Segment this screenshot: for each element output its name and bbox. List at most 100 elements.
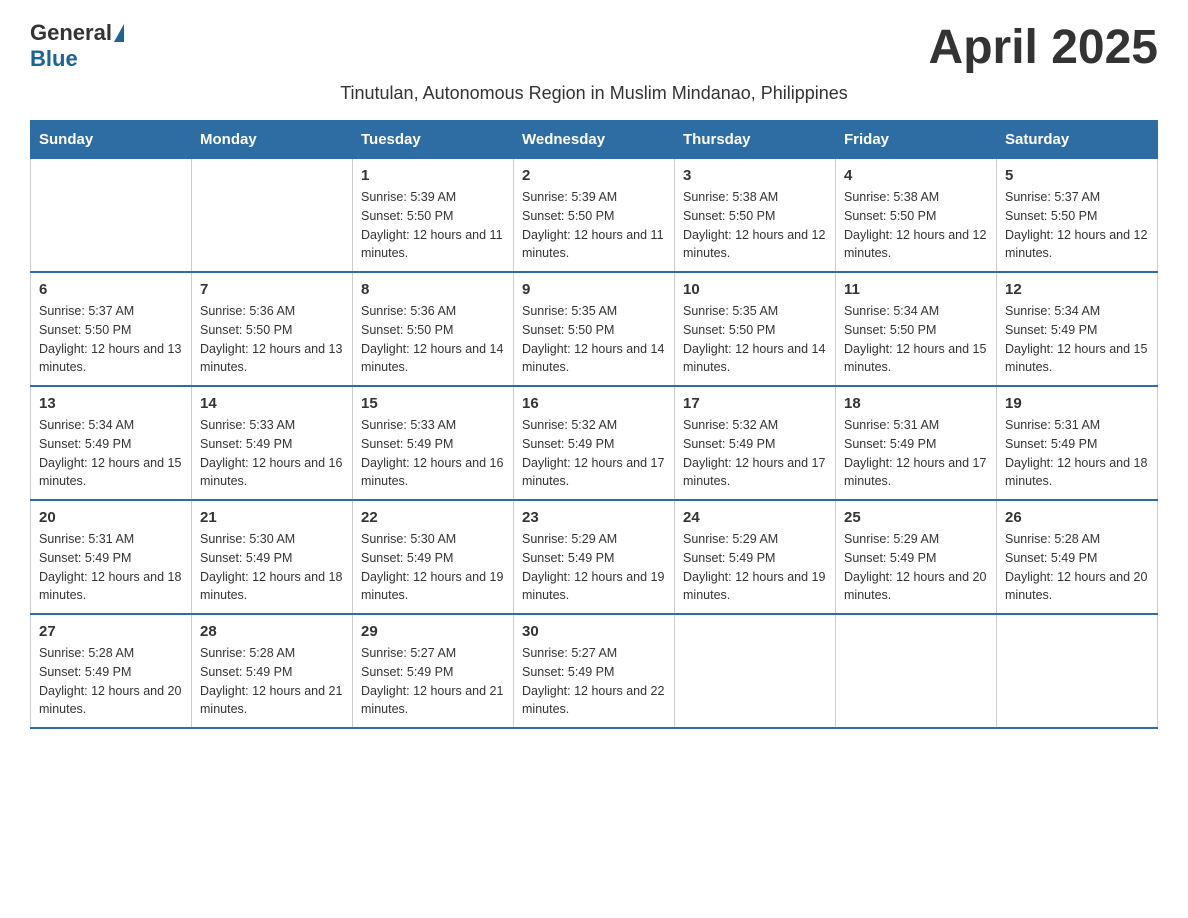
page-title: April 2025: [929, 20, 1158, 75]
day-number: 3: [683, 167, 827, 184]
calendar-cell: 15 Sunrise: 5:33 AM Sunset: 5:49 PM Dayli…: [353, 386, 514, 500]
day-info: Sunrise: 5:32 AM Sunset: 5:49 PM Dayligh…: [522, 416, 666, 491]
day-info: Sunrise: 5:37 AM Sunset: 5:50 PM Dayligh…: [1005, 188, 1149, 263]
calendar-week-3: 13 Sunrise: 5:34 AM Sunset: 5:49 PM Dayli…: [31, 386, 1158, 500]
day-number: 21: [200, 509, 344, 526]
calendar-cell: 28Sunrise: 5:28 AM Sunset: 5:49 PM Dayli…: [192, 614, 353, 728]
day-number: 14: [200, 395, 344, 412]
calendar-week-1: 1 Sunrise: 5:39 AM Sunset: 5:50 PM Daylig…: [31, 159, 1158, 273]
logo-triangle-icon: [114, 24, 124, 42]
calendar-cell: 30 Sunrise: 5:27 AM Sunset: 5:49 PM Dayli…: [514, 614, 675, 728]
day-number: 2: [522, 167, 666, 184]
day-info: Sunrise: 5:38 AM Sunset: 5:50 PM Dayligh…: [844, 188, 988, 263]
header-wednesday: Wednesday: [514, 121, 675, 159]
logo-blue: Blue: [30, 46, 78, 71]
day-info: Sunrise: 5:35 AM Sunset: 5:50 PM Dayligh…: [522, 302, 666, 377]
calendar-cell: 24Sunrise: 5:29 AM Sunset: 5:49 PM Dayli…: [675, 500, 836, 614]
calendar-cell: [31, 159, 192, 273]
calendar-cell: 23 Sunrise: 5:29 AM Sunset: 5:49 PM Dayli…: [514, 500, 675, 614]
day-info: Sunrise: 5:30 AM Sunset: 5:49 PM Dayligh…: [361, 530, 505, 605]
header-friday: Friday: [836, 121, 997, 159]
calendar-header-row: SundayMondayTuesdayWednesdayThursdayFrid…: [31, 121, 1158, 159]
day-number: 19: [1005, 395, 1149, 412]
day-info: Sunrise: 5:28 AM Sunset: 5:49 PM Dayligh…: [1005, 530, 1149, 605]
header-sunday: Sunday: [31, 121, 192, 159]
day-number: 4: [844, 167, 988, 184]
day-info: Sunrise: 5:28 AM Sunset: 5:49 PM Dayligh…: [39, 644, 183, 719]
calendar-cell: 12Sunrise: 5:34 AM Sunset: 5:49 PM Dayli…: [997, 272, 1158, 386]
day-info: Sunrise: 5:32 AM Sunset: 5:49 PM Dayligh…: [683, 416, 827, 491]
calendar-cell: 4 Sunrise: 5:38 AM Sunset: 5:50 PM Daylig…: [836, 159, 997, 273]
day-number: 27: [39, 623, 183, 640]
header-thursday: Thursday: [675, 121, 836, 159]
calendar-cell: 21 Sunrise: 5:30 AM Sunset: 5:49 PM Dayli…: [192, 500, 353, 614]
calendar-week-4: 20 Sunrise: 5:31 AM Sunset: 5:49 PM Dayli…: [31, 500, 1158, 614]
calendar-cell: 14Sunrise: 5:33 AM Sunset: 5:49 PM Dayli…: [192, 386, 353, 500]
day-info: Sunrise: 5:36 AM Sunset: 5:50 PM Dayligh…: [361, 302, 505, 377]
day-number: 16: [522, 395, 666, 412]
day-number: 15: [361, 395, 505, 412]
calendar-cell: [192, 159, 353, 273]
day-number: 30: [522, 623, 666, 640]
day-info: Sunrise: 5:36 AM Sunset: 5:50 PM Dayligh…: [200, 302, 344, 377]
day-number: 13: [39, 395, 183, 412]
day-info: Sunrise: 5:29 AM Sunset: 5:49 PM Dayligh…: [844, 530, 988, 605]
header-tuesday: Tuesday: [353, 121, 514, 159]
day-number: 7: [200, 281, 344, 298]
day-number: 8: [361, 281, 505, 298]
day-number: 20: [39, 509, 183, 526]
calendar-cell: [836, 614, 997, 728]
calendar-cell: 3 Sunrise: 5:38 AM Sunset: 5:50 PM Daylig…: [675, 159, 836, 273]
day-info: Sunrise: 5:31 AM Sunset: 5:49 PM Dayligh…: [1005, 416, 1149, 491]
day-info: Sunrise: 5:34 AM Sunset: 5:49 PM Dayligh…: [1005, 302, 1149, 377]
day-info: Sunrise: 5:31 AM Sunset: 5:49 PM Dayligh…: [844, 416, 988, 491]
day-info: Sunrise: 5:38 AM Sunset: 5:50 PM Dayligh…: [683, 188, 827, 263]
day-info: Sunrise: 5:34 AM Sunset: 5:50 PM Dayligh…: [844, 302, 988, 377]
day-number: 1: [361, 167, 505, 184]
header-saturday: Saturday: [997, 121, 1158, 159]
calendar-week-5: 27 Sunrise: 5:28 AM Sunset: 5:49 PM Dayli…: [31, 614, 1158, 728]
day-number: 23: [522, 509, 666, 526]
logo: General Blue: [30, 20, 124, 72]
day-number: 26: [1005, 509, 1149, 526]
calendar-cell: 18Sunrise: 5:31 AM Sunset: 5:49 PM Dayli…: [836, 386, 997, 500]
day-info: Sunrise: 5:28 AM Sunset: 5:49 PM Dayligh…: [200, 644, 344, 719]
calendar-cell: 29 Sunrise: 5:27 AM Sunset: 5:49 PM Dayli…: [353, 614, 514, 728]
calendar-cell: 7 Sunrise: 5:36 AM Sunset: 5:50 PM Daylig…: [192, 272, 353, 386]
calendar-cell: 16 Sunrise: 5:32 AM Sunset: 5:49 PM Dayli…: [514, 386, 675, 500]
day-info: Sunrise: 5:33 AM Sunset: 5:49 PM Dayligh…: [361, 416, 505, 491]
day-info: Sunrise: 5:35 AM Sunset: 5:50 PM Dayligh…: [683, 302, 827, 377]
calendar-cell: 5 Sunrise: 5:37 AM Sunset: 5:50 PM Daylig…: [997, 159, 1158, 273]
day-number: 5: [1005, 167, 1149, 184]
calendar-cell: [997, 614, 1158, 728]
logo-general: General: [30, 20, 112, 46]
calendar-cell: 26 Sunrise: 5:28 AM Sunset: 5:49 PM Dayli…: [997, 500, 1158, 614]
day-info: Sunrise: 5:31 AM Sunset: 5:49 PM Dayligh…: [39, 530, 183, 605]
day-info: Sunrise: 5:29 AM Sunset: 5:49 PM Dayligh…: [522, 530, 666, 605]
day-info: Sunrise: 5:27 AM Sunset: 5:49 PM Dayligh…: [361, 644, 505, 719]
calendar-cell: 13 Sunrise: 5:34 AM Sunset: 5:49 PM Dayli…: [31, 386, 192, 500]
calendar-cell: [675, 614, 836, 728]
calendar-cell: 9 Sunrise: 5:35 AM Sunset: 5:50 PM Daylig…: [514, 272, 675, 386]
day-info: Sunrise: 5:27 AM Sunset: 5:49 PM Dayligh…: [522, 644, 666, 719]
day-number: 22: [361, 509, 505, 526]
day-number: 9: [522, 281, 666, 298]
day-number: 10: [683, 281, 827, 298]
calendar-cell: 8 Sunrise: 5:36 AM Sunset: 5:50 PM Daylig…: [353, 272, 514, 386]
day-info: Sunrise: 5:39 AM Sunset: 5:50 PM Dayligh…: [361, 188, 505, 263]
header-monday: Monday: [192, 121, 353, 159]
day-number: 24: [683, 509, 827, 526]
calendar-cell: 25 Sunrise: 5:29 AM Sunset: 5:49 PM Dayli…: [836, 500, 997, 614]
day-info: Sunrise: 5:39 AM Sunset: 5:50 PM Dayligh…: [522, 188, 666, 263]
day-number: 29: [361, 623, 505, 640]
calendar-cell: 20 Sunrise: 5:31 AM Sunset: 5:49 PM Dayli…: [31, 500, 192, 614]
day-number: 25: [844, 509, 988, 526]
calendar-cell: 22 Sunrise: 5:30 AM Sunset: 5:49 PM Dayli…: [353, 500, 514, 614]
calendar-cell: 19 Sunrise: 5:31 AM Sunset: 5:49 PM Dayli…: [997, 386, 1158, 500]
calendar-cell: 17 Sunrise: 5:32 AM Sunset: 5:49 PM Dayli…: [675, 386, 836, 500]
day-number: 17: [683, 395, 827, 412]
day-info: Sunrise: 5:30 AM Sunset: 5:49 PM Dayligh…: [200, 530, 344, 605]
day-info: Sunrise: 5:34 AM Sunset: 5:49 PM Dayligh…: [39, 416, 183, 491]
calendar-cell: 11 Sunrise: 5:34 AM Sunset: 5:50 PM Dayli…: [836, 272, 997, 386]
day-number: 11: [844, 281, 988, 298]
